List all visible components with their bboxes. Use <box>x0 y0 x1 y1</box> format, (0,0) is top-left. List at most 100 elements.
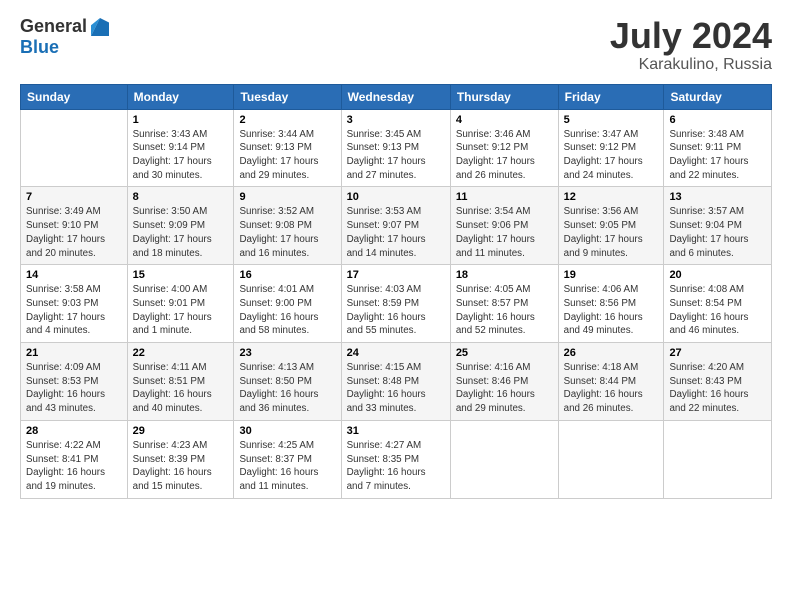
month-year: July 2024 <box>610 16 772 56</box>
logo: General Blue <box>20 16 109 58</box>
table-row: 14 Sunrise: 3:58 AMSunset: 9:03 PMDayligh… <box>21 265 128 343</box>
day-number: 21 <box>26 347 122 359</box>
day-number: 27 <box>669 347 766 359</box>
table-row: 28 Sunrise: 4:22 AMSunset: 8:41 PMDayligh… <box>21 420 128 498</box>
table-row: 7 Sunrise: 3:49 AMSunset: 9:10 PMDaylight… <box>21 187 128 265</box>
day-info: Sunrise: 4:08 AMSunset: 8:54 PMDaylight:… <box>669 283 766 338</box>
col-tuesday: Tuesday <box>234 84 341 109</box>
table-row: 5Sunrise: 3:47 AMSunset: 9:12 PMDaylight… <box>558 109 664 187</box>
table-row: 12 Sunrise: 3:56 AMSunset: 9:05 PMDayligh… <box>558 187 664 265</box>
table-row: 13Sunrise: 3:57 AMSunset: 9:04 PMDayligh… <box>664 187 772 265</box>
table-row <box>664 420 772 498</box>
day-info: Sunrise: 3:46 AMSunset: 9:12 PMDaylight:… <box>456 128 553 183</box>
day-info: Sunrise: 4:22 AMSunset: 8:41 PMDaylight:… <box>26 439 122 494</box>
col-friday: Friday <box>558 84 664 109</box>
calendar-week-row: 21 Sunrise: 4:09 AMSunset: 8:53 PMDayligh… <box>21 343 772 421</box>
table-row <box>21 109 128 187</box>
table-row: 16Sunrise: 4:01 AMSunset: 9:00 PMDayligh… <box>234 265 341 343</box>
day-info: Sunrise: 4:03 AMSunset: 8:59 PMDaylight:… <box>347 283 445 338</box>
day-number: 4 <box>456 114 553 126</box>
day-number: 9 <box>239 191 335 203</box>
day-info: Sunrise: 3:43 AMSunset: 9:14 PMDaylight:… <box>133 128 229 183</box>
day-info: Sunrise: 4:16 AMSunset: 8:46 PMDaylight:… <box>456 361 553 416</box>
table-row: 26 Sunrise: 4:18 AMSunset: 8:44 PMDayligh… <box>558 343 664 421</box>
day-number: 14 <box>26 269 122 281</box>
table-row <box>558 420 664 498</box>
day-number: 12 <box>564 191 659 203</box>
table-row: 8 Sunrise: 3:50 AMSunset: 9:09 PMDaylight… <box>127 187 234 265</box>
day-info: Sunrise: 4:09 AMSunset: 8:53 PMDaylight:… <box>26 361 122 416</box>
day-info: Sunrise: 3:58 AMSunset: 9:03 PMDaylight:… <box>26 283 122 338</box>
day-number: 30 <box>239 425 335 437</box>
table-row: 31 Sunrise: 4:27 AMSunset: 8:35 PMDayligh… <box>341 420 450 498</box>
table-row: 9 Sunrise: 3:52 AMSunset: 9:08 PMDaylight… <box>234 187 341 265</box>
calendar-week-row: 1 Sunrise: 3:43 AMSunset: 9:14 PMDaylight… <box>21 109 772 187</box>
table-row: 24Sunrise: 4:15 AMSunset: 8:48 PMDayligh… <box>341 343 450 421</box>
col-sunday: Sunday <box>21 84 128 109</box>
table-row: 30 Sunrise: 4:25 AMSunset: 8:37 PMDayligh… <box>234 420 341 498</box>
day-number: 17 <box>347 269 445 281</box>
day-number: 7 <box>26 191 122 203</box>
table-row: 25 Sunrise: 4:16 AMSunset: 8:46 PMDayligh… <box>450 343 558 421</box>
table-row: 19Sunrise: 4:06 AMSunset: 8:56 PMDayligh… <box>558 265 664 343</box>
table-row: 29 Sunrise: 4:23 AMSunset: 8:39 PMDayligh… <box>127 420 234 498</box>
day-info: Sunrise: 3:45 AMSunset: 9:13 PMDaylight:… <box>347 128 445 183</box>
table-row: 10 Sunrise: 3:53 AMSunset: 9:07 PMDayligh… <box>341 187 450 265</box>
table-row: 20 Sunrise: 4:08 AMSunset: 8:54 PMDayligh… <box>664 265 772 343</box>
table-row: 21 Sunrise: 4:09 AMSunset: 8:53 PMDayligh… <box>21 343 128 421</box>
day-number: 26 <box>564 347 659 359</box>
day-number: 1 <box>133 114 229 126</box>
day-number: 8 <box>133 191 229 203</box>
calendar-table: Sunday Monday Tuesday Wednesday Thursday… <box>20 84 772 499</box>
day-info: Sunrise: 4:11 AMSunset: 8:51 PMDaylight:… <box>133 361 229 416</box>
day-number: 18 <box>456 269 553 281</box>
day-info: Sunrise: 3:54 AMSunset: 9:06 PMDaylight:… <box>456 205 553 260</box>
day-info: Sunrise: 3:50 AMSunset: 9:09 PMDaylight:… <box>133 205 229 260</box>
day-number: 10 <box>347 191 445 203</box>
location: Karakulino, Russia <box>610 56 772 74</box>
calendar-week-row: 28 Sunrise: 4:22 AMSunset: 8:41 PMDayligh… <box>21 420 772 498</box>
day-info: Sunrise: 3:53 AMSunset: 9:07 PMDaylight:… <box>347 205 445 260</box>
day-number: 25 <box>456 347 553 359</box>
day-number: 23 <box>239 347 335 359</box>
day-number: 31 <box>347 425 445 437</box>
logo-blue-text: Blue <box>20 37 59 58</box>
col-wednesday: Wednesday <box>341 84 450 109</box>
day-number: 5 <box>564 114 659 126</box>
calendar-week-row: 7 Sunrise: 3:49 AMSunset: 9:10 PMDaylight… <box>21 187 772 265</box>
day-number: 15 <box>133 269 229 281</box>
day-number: 19 <box>564 269 659 281</box>
day-number: 20 <box>669 269 766 281</box>
day-info: Sunrise: 3:44 AMSunset: 9:13 PMDaylight:… <box>239 128 335 183</box>
table-row: 11Sunrise: 3:54 AMSunset: 9:06 PMDayligh… <box>450 187 558 265</box>
day-info: Sunrise: 4:23 AMSunset: 8:39 PMDaylight:… <box>133 439 229 494</box>
day-info: Sunrise: 3:52 AMSunset: 9:08 PMDaylight:… <box>239 205 335 260</box>
day-number: 29 <box>133 425 229 437</box>
page: General Blue July 2024 Karakulino, Russi… <box>0 0 792 612</box>
day-info: Sunrise: 4:25 AMSunset: 8:37 PMDaylight:… <box>239 439 335 494</box>
day-number: 13 <box>669 191 766 203</box>
day-info: Sunrise: 3:49 AMSunset: 9:10 PMDaylight:… <box>26 205 122 260</box>
col-saturday: Saturday <box>664 84 772 109</box>
day-info: Sunrise: 4:15 AMSunset: 8:48 PMDaylight:… <box>347 361 445 416</box>
day-info: Sunrise: 4:00 AMSunset: 9:01 PMDaylight:… <box>133 283 229 338</box>
header: General Blue July 2024 Karakulino, Russi… <box>20 16 772 74</box>
logo-general-text: General <box>20 16 87 37</box>
title-block: July 2024 Karakulino, Russia <box>610 16 772 74</box>
table-row: 17 Sunrise: 4:03 AMSunset: 8:59 PMDayligh… <box>341 265 450 343</box>
day-info: Sunrise: 4:27 AMSunset: 8:35 PMDaylight:… <box>347 439 445 494</box>
calendar-week-row: 14 Sunrise: 3:58 AMSunset: 9:03 PMDayligh… <box>21 265 772 343</box>
day-info: Sunrise: 4:18 AMSunset: 8:44 PMDaylight:… <box>564 361 659 416</box>
table-row: 15 Sunrise: 4:00 AMSunset: 9:01 PMDayligh… <box>127 265 234 343</box>
table-row <box>450 420 558 498</box>
day-info: Sunrise: 4:20 AMSunset: 8:43 PMDaylight:… <box>669 361 766 416</box>
day-number: 2 <box>239 114 335 126</box>
table-row: 1 Sunrise: 3:43 AMSunset: 9:14 PMDaylight… <box>127 109 234 187</box>
table-row: 18Sunrise: 4:05 AMSunset: 8:57 PMDayligh… <box>450 265 558 343</box>
day-info: Sunrise: 3:56 AMSunset: 9:05 PMDaylight:… <box>564 205 659 260</box>
table-row: 22Sunrise: 4:11 AMSunset: 8:51 PMDayligh… <box>127 343 234 421</box>
table-row: 4 Sunrise: 3:46 AMSunset: 9:12 PMDaylight… <box>450 109 558 187</box>
day-number: 28 <box>26 425 122 437</box>
day-info: Sunrise: 3:48 AMSunset: 9:11 PMDaylight:… <box>669 128 766 183</box>
table-row: 2 Sunrise: 3:44 AMSunset: 9:13 PMDaylight… <box>234 109 341 187</box>
